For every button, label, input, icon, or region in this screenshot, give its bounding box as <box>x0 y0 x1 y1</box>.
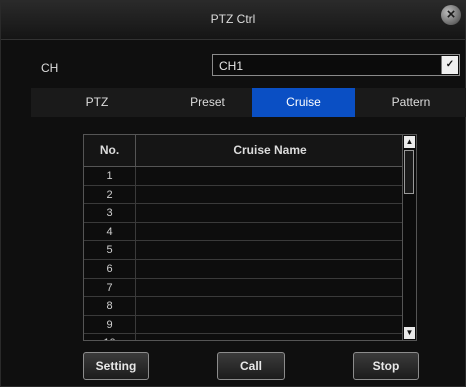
table-body: 1 2 3 4 5 6 7 8 9 10 <box>84 167 404 340</box>
cruise-name-cell <box>136 279 404 297</box>
cruise-name-cell <box>136 186 404 204</box>
row-number: 10 <box>84 334 136 340</box>
column-header-cruise-name: Cruise Name <box>233 143 307 157</box>
column-header-no: No. <box>84 135 136 166</box>
call-button[interactable]: Call <box>217 352 285 380</box>
row-number: 8 <box>84 297 136 315</box>
stop-button[interactable]: Stop <box>353 352 419 380</box>
table-row[interactable]: 5 <box>84 241 404 260</box>
row-number: 5 <box>84 241 136 259</box>
ptz-ctrl-dialog: PTZ Ctrl × CH CH1 ✓ PTZ Preset Cruise Pa… <box>0 0 466 387</box>
close-icon[interactable]: × <box>441 5 461 25</box>
row-number: 3 <box>84 204 136 222</box>
title-bar: PTZ Ctrl × <box>1 1 465 40</box>
tab-ptz[interactable]: PTZ <box>31 88 163 117</box>
scroll-up-icon[interactable]: ▲ <box>404 136 415 148</box>
table-scrollbar[interactable]: ▲ ▼ <box>402 135 416 340</box>
scrollbar-thumb[interactable] <box>404 150 414 194</box>
tab-bar: PTZ Preset Cruise Pattern <box>31 88 466 117</box>
table-row[interactable]: 8 <box>84 297 404 316</box>
table-row[interactable]: 4 <box>84 222 404 242</box>
cruise-name-cell <box>136 334 404 340</box>
cruise-name-cell <box>136 167 404 185</box>
cruise-name-cell <box>136 316 404 334</box>
row-number: 6 <box>84 259 136 278</box>
row-number: 2 <box>84 185 136 204</box>
chevron-down-icon[interactable]: ✓ <box>441 56 458 74</box>
table-row[interactable]: 1 <box>84 167 404 186</box>
table-row[interactable]: 7 <box>84 278 404 298</box>
row-number: 1 <box>84 167 136 185</box>
scroll-down-icon[interactable]: ▼ <box>404 327 415 339</box>
tab-pattern[interactable]: Pattern <box>355 88 466 117</box>
row-number: 4 <box>84 222 136 241</box>
row-number: 9 <box>84 315 136 334</box>
dialog-title: PTZ Ctrl <box>210 12 256 26</box>
table-row[interactable]: 10 <box>84 334 404 340</box>
table-row[interactable]: 3 <box>84 204 404 223</box>
cruise-table: No. Cruise Name 1 2 3 4 5 6 7 8 9 10 ▲ ▼ <box>83 134 417 341</box>
cruise-name-cell <box>136 223 404 241</box>
channel-select[interactable]: CH1 ✓ <box>212 54 460 76</box>
channel-selected-value: CH1 <box>219 59 244 73</box>
setting-button[interactable]: Setting <box>83 352 149 380</box>
cruise-name-cell <box>136 260 404 278</box>
tab-cruise[interactable]: Cruise <box>252 88 355 117</box>
table-row[interactable]: 6 <box>84 259 404 279</box>
cruise-name-cell <box>136 204 404 222</box>
table-header: No. Cruise Name <box>84 135 404 167</box>
cruise-name-cell <box>136 297 404 315</box>
table-row[interactable]: 2 <box>84 185 404 205</box>
channel-label: CH <box>41 61 59 75</box>
tab-preset[interactable]: Preset <box>163 88 252 117</box>
cruise-name-cell <box>136 241 404 259</box>
row-number: 7 <box>84 278 136 297</box>
table-row[interactable]: 9 <box>84 315 404 335</box>
